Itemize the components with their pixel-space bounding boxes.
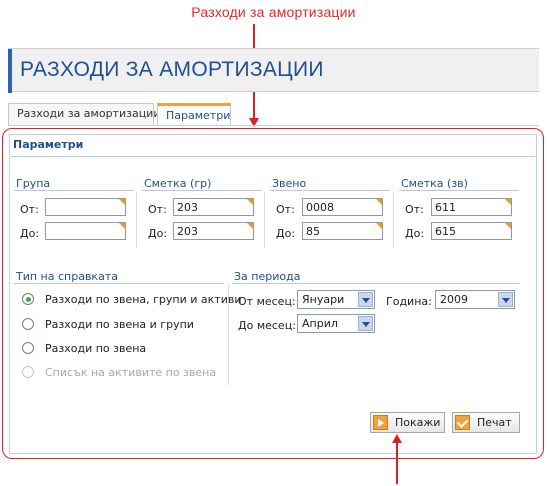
tab-divider	[8, 125, 539, 126]
group-separator	[264, 192, 265, 248]
group-line-grupa	[14, 190, 134, 191]
year-label: Година:	[386, 295, 432, 308]
page-header: РАЗХОДИ ЗА АМОРТИЗАЦИИ	[8, 48, 539, 93]
grupa-from-label: От:	[20, 203, 39, 216]
smetka-zv-to-label: До:	[405, 227, 425, 240]
tab-amortization-costs[interactable]: Разходи за амортизации	[8, 103, 160, 126]
grupa-from-input[interactable]	[45, 198, 126, 216]
group-separator	[136, 192, 137, 248]
radio-report-type-1[interactable]	[22, 293, 34, 305]
group-label-zveno: Звено	[272, 177, 307, 190]
page-title: РАЗХОДИ ЗА АМОРТИЗАЦИИ	[20, 58, 324, 81]
smetka-gr-to-input[interactable]: 203	[173, 222, 254, 240]
to-month-label: До месец:	[238, 319, 296, 332]
to-month-select[interactable]: Април	[297, 314, 375, 333]
group-line-smetka-zv	[399, 190, 519, 191]
to-month-value: Април	[302, 317, 338, 330]
annotation-arrow-bottom	[396, 442, 398, 484]
check-icon	[455, 415, 470, 430]
group-line-smetka-gr	[142, 190, 262, 191]
group-separator	[393, 192, 394, 248]
year-select[interactable]: 2009	[435, 290, 515, 309]
header-accent-bar	[8, 49, 12, 93]
group-label-smetka-zv: Сметка (зв)	[401, 177, 468, 190]
period-label: За периода	[234, 270, 301, 283]
print-button[interactable]: Печат	[452, 412, 520, 433]
panel-title-divider	[11, 156, 535, 157]
group-line-zveno	[270, 190, 390, 191]
radio-label-report-type-2: Разходи по звена и групи	[45, 318, 194, 331]
report-type-line	[14, 283, 224, 284]
smetka-gr-from-input[interactable]: 203	[173, 198, 254, 216]
zveno-from-label: От:	[276, 203, 295, 216]
smetka-gr-to-label: До:	[148, 227, 168, 240]
radio-label-report-type-4: Списък на активите по звена	[45, 366, 217, 379]
show-button[interactable]: Покажи	[370, 412, 445, 433]
smetka-zv-from-label: От:	[405, 203, 424, 216]
from-month-value: Януари	[302, 293, 345, 306]
chevron-down-icon	[358, 292, 373, 307]
play-icon	[373, 415, 388, 430]
zveno-from-input[interactable]: 0008	[302, 198, 383, 216]
group-label-smetka-gr: Сметка (гр)	[144, 177, 212, 190]
chevron-down-icon	[498, 292, 513, 307]
grupa-to-input[interactable]	[45, 222, 126, 240]
chevron-down-icon	[358, 316, 373, 331]
from-month-select[interactable]: Януари	[297, 290, 375, 309]
radio-report-type-2[interactable]	[22, 318, 34, 330]
period-line	[232, 283, 520, 284]
year-value: 2009	[440, 293, 468, 306]
zveno-to-label: До:	[276, 227, 296, 240]
show-button-label: Покажи	[395, 416, 441, 429]
radio-label-report-type-1: Разходи по звена, групи и активи	[45, 293, 242, 306]
smetka-zv-from-input[interactable]: 611	[431, 198, 512, 216]
report-type-label: Тип на справката	[16, 270, 118, 283]
grupa-to-label: До:	[20, 227, 40, 240]
panel-title: Параметри	[13, 138, 84, 151]
callout-label: Разходи за амортизации	[191, 4, 356, 20]
from-month-label: От месец:	[238, 295, 296, 308]
smetka-gr-from-label: От:	[148, 203, 167, 216]
print-button-label: Печат	[477, 416, 512, 429]
zveno-to-input[interactable]: 85	[302, 222, 383, 240]
radio-label-report-type-3: Разходи по звена	[45, 342, 147, 355]
radio-report-type-4[interactable]	[22, 366, 34, 378]
tab-parameters[interactable]: Параметри	[157, 103, 231, 126]
smetka-zv-to-input[interactable]: 615	[431, 222, 512, 240]
radio-report-type-3[interactable]	[22, 342, 34, 354]
group-label-grupa: Група	[16, 177, 51, 190]
